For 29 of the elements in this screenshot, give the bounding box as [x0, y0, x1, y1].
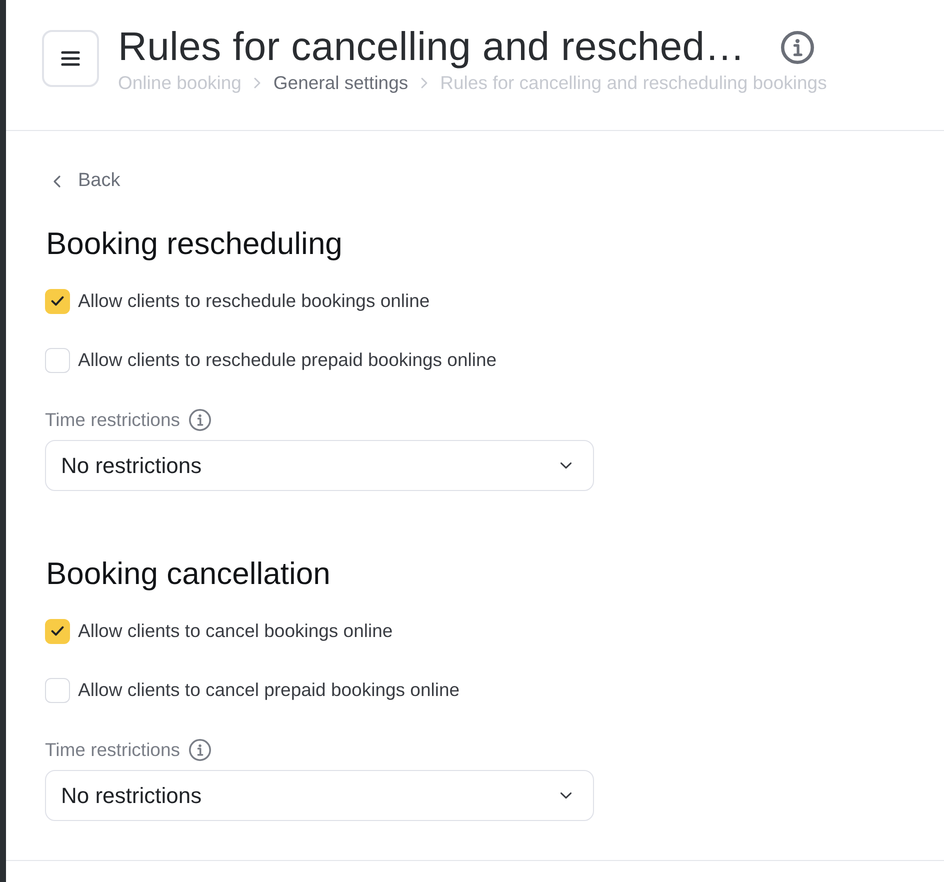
checkbox-label: Allow clients to cancel prepaid bookings online — [78, 678, 460, 702]
info-icon[interactable] — [780, 30, 814, 64]
checkbox-label: Allow clients to reschedule prepaid bookings online — [78, 348, 497, 372]
breadcrumb-link[interactable]: General settings — [273, 71, 408, 95]
menu-button[interactable] — [42, 30, 99, 87]
checkbox-label: Allow clients to reschedule bookings online — [78, 289, 430, 313]
chevron-left-icon — [53, 174, 61, 188]
info-icon[interactable] — [189, 738, 212, 760]
checkbox[interactable] — [45, 618, 70, 644]
field-label: Time restrictions — [45, 738, 180, 762]
checkbox-label: Allow clients to cancel bookings online — [78, 619, 393, 643]
back-link[interactable]: Back — [45, 170, 120, 192]
checkbox[interactable] — [45, 348, 70, 372]
page-title: Rules for cancelling and resched… — [118, 24, 745, 71]
info-icon[interactable] — [189, 408, 212, 430]
checkbox[interactable] — [45, 288, 70, 314]
chevron-right-icon — [253, 77, 262, 89]
check-icon — [51, 626, 64, 636]
checkbox[interactable] — [45, 678, 70, 702]
field-label: Time restrictions — [45, 408, 180, 432]
select-field[interactable]: No restrictions — [45, 770, 594, 820]
chevron-right-icon — [420, 77, 428, 89]
check-icon — [51, 296, 64, 306]
chevron-down-icon — [560, 792, 572, 798]
section-heading: Booking rescheduling — [45, 226, 344, 262]
section-heading: Booking cancellation — [45, 556, 332, 592]
chevron-down-icon — [560, 462, 572, 468]
select-field[interactable]: No restrictions — [45, 440, 594, 490]
menu-icon — [61, 51, 80, 66]
